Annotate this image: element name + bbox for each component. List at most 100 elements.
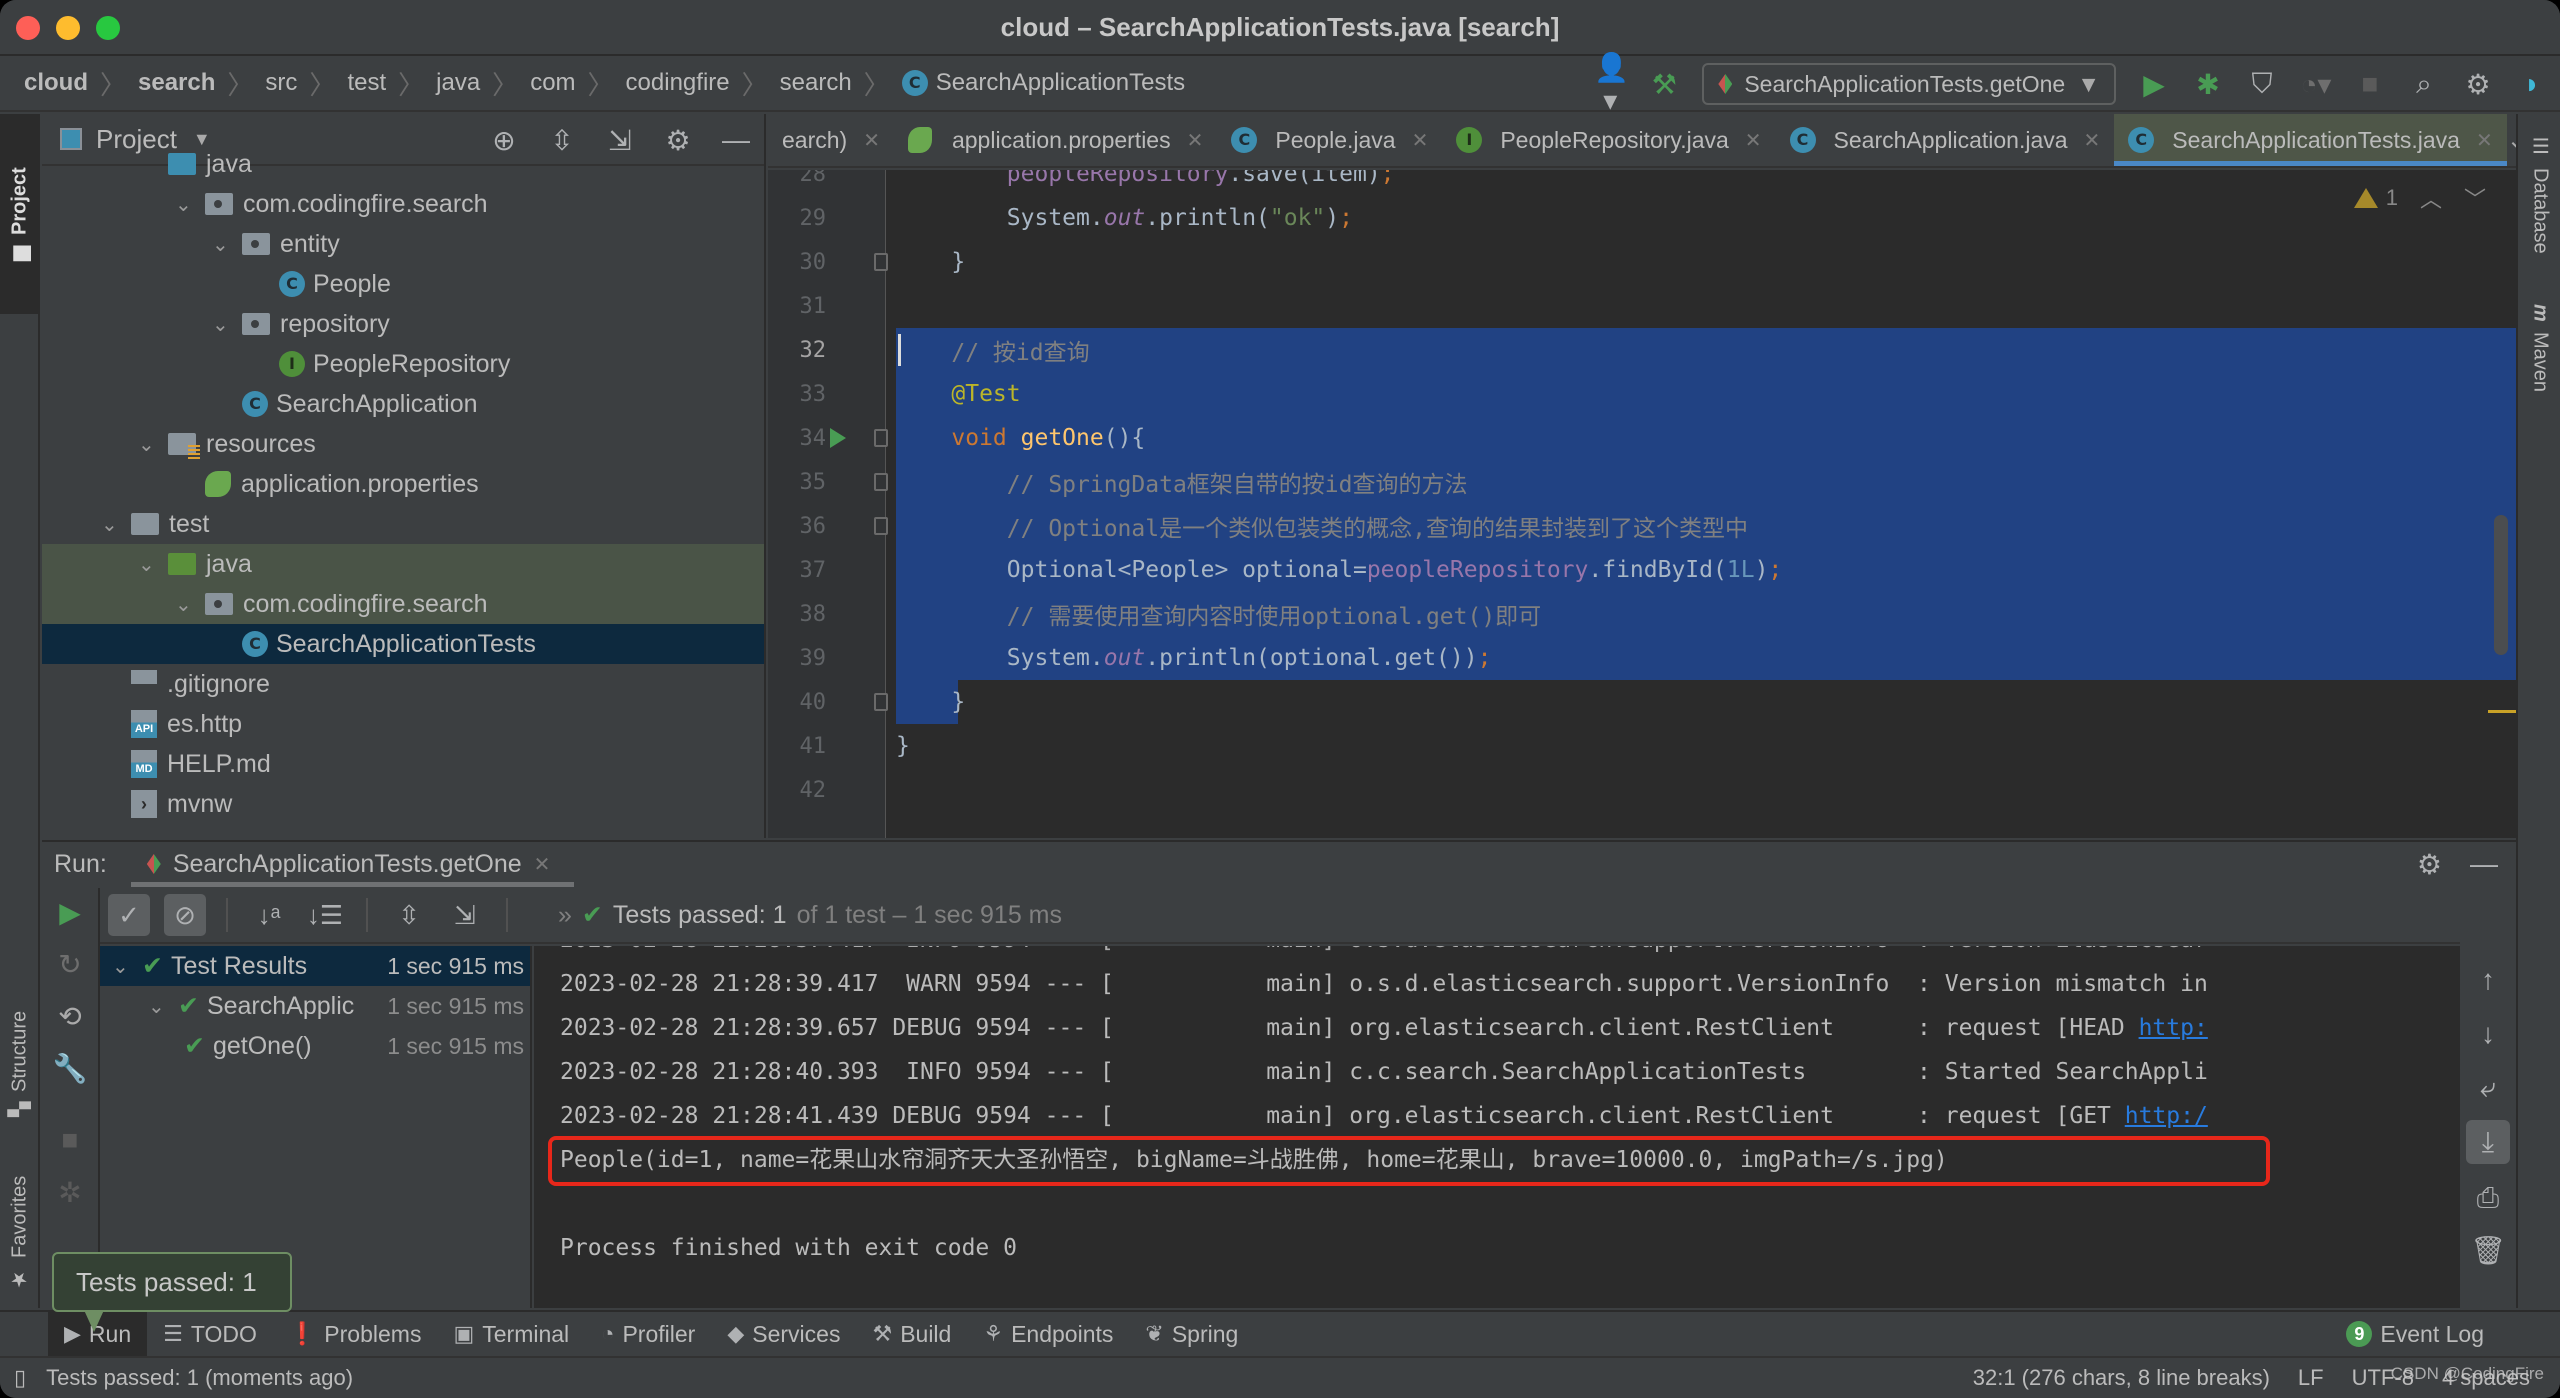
tool-window-services[interactable]: ◆ Services — [711, 1311, 856, 1357]
editor-tab[interactable]: C SearchApplicationTests.java ✕ — [2114, 114, 2508, 166]
tree-node[interactable]: I PeopleRepository — [42, 344, 764, 384]
editor-tab[interactable]: C People.java ✕ — [1217, 114, 1442, 166]
expand-all-icon[interactable]: ⇳ — [388, 894, 430, 936]
breadcrumb-item[interactable]: cloud — [24, 69, 88, 97]
editor-scrollbar[interactable] — [2494, 515, 2508, 655]
caret-position[interactable]: 32:1 (276 chars, 8 line breaks) — [1973, 1365, 2270, 1391]
code-line[interactable]: 36 // Optional是一个类似包装类的概念,查询的结果封装到了这个类型中 — [768, 504, 2516, 548]
code-line[interactable]: 42 — [768, 768, 2516, 812]
breadcrumb-item[interactable]: test — [347, 69, 386, 97]
sort-by-duration-icon[interactable]: ↓☰ — [304, 894, 346, 936]
tree-node[interactable]: java — [42, 144, 764, 184]
chevron-down-icon[interactable]: ⌄ — [175, 192, 205, 217]
close-tab-icon[interactable]: ✕ — [2476, 128, 2493, 153]
editor-tab[interactable]: earch) ✕ — [768, 114, 894, 166]
code-line[interactable]: 28 peopleRepository.save(item); — [768, 170, 2516, 196]
tool-window-todo[interactable]: ☰ TODO — [147, 1311, 273, 1357]
test-tree-node[interactable]: ⌄ ✔ SearchApplic 1 sec 915 ms — [100, 986, 530, 1026]
breadcrumb-item[interactable]: src — [265, 69, 297, 97]
tree-node[interactable]: ⌄ resources — [42, 424, 764, 464]
editor-tab[interactable]: I PeopleRepository.java ✕ — [1442, 114, 1775, 166]
show-ignored-toggle[interactable]: ⊘ — [164, 894, 206, 936]
previous-highlight-icon[interactable]: ︿ — [2420, 182, 2442, 214]
tree-node[interactable]: ⌄ repository — [42, 304, 764, 344]
chevron-down-icon[interactable]: ⌄ — [148, 994, 178, 1019]
tool-window-spring[interactable]: ❦ Spring — [1129, 1311, 1254, 1357]
project-tool-tab[interactable]: ▆ Project — [0, 114, 40, 314]
toolbox-icon[interactable]: ◗ — [2516, 68, 2548, 100]
tool-window-endpoints[interactable]: ⚘ Endpoints — [967, 1311, 1129, 1357]
code-line[interactable]: 29 System.out.println("ok"); — [768, 196, 2516, 240]
up-arrow-icon[interactable]: ↑ — [2466, 958, 2510, 1002]
inspection-widget[interactable]: 1 ︿ ﹀ — [2353, 182, 2486, 214]
tab-list-chevron-icon[interactable]: ⌄ — [2507, 114, 2516, 166]
tool-window-problems[interactable]: ❗ Problems — [273, 1311, 438, 1357]
breadcrumb-item[interactable]: java — [436, 69, 480, 97]
tree-node[interactable]: ⌄ test — [42, 504, 764, 544]
panel-toggle-icon[interactable]: ▯ — [14, 1365, 26, 1391]
show-passed-toggle[interactable]: ✓ — [108, 894, 150, 936]
chevron-down-icon[interactable]: ⌄ — [138, 552, 168, 577]
chevron-down-icon[interactable]: ⌄ — [175, 592, 205, 617]
close-tab-icon[interactable]: ✕ — [1745, 128, 1762, 153]
sort-alphabetically-icon[interactable]: ↓ᵃ — [248, 894, 290, 936]
breadcrumb-item[interactable]: search — [780, 69, 852, 97]
code-line[interactable]: 41} — [768, 724, 2516, 768]
tree-node[interactable]: API es.http — [42, 704, 764, 744]
breadcrumb-item[interactable]: com — [530, 69, 575, 97]
close-tab-icon[interactable]: ✕ — [1412, 128, 1429, 153]
close-tab-icon[interactable]: ✕ — [2084, 128, 2101, 153]
tool-window-profiler[interactable]: ◔ Profiler — [585, 1311, 711, 1357]
trash-icon[interactable]: 🗑 — [2466, 1228, 2510, 1272]
breadcrumb-item[interactable]: search — [138, 69, 215, 97]
close-tab-icon[interactable]: ✕ — [534, 852, 551, 877]
search-icon[interactable]: ⌕ — [2408, 68, 2440, 101]
rerun-failed-icon[interactable]: ↻ — [42, 948, 98, 981]
fold-marker-icon[interactable] — [874, 473, 888, 491]
tree-node[interactable]: ⌄ entity — [42, 224, 764, 264]
test-tree-node[interactable]: ⌄ ✔ Test Results 1 sec 915 ms — [100, 946, 530, 986]
maven-tool-tab[interactable]: m Maven — [2518, 304, 2560, 434]
toggle-auto-test-icon[interactable]: ⟲ — [42, 1000, 98, 1033]
tool-window-build[interactable]: ⚒ Build — [856, 1311, 967, 1357]
export-icon[interactable]: ✲ — [42, 1176, 98, 1209]
code-line[interactable]: 33 @Test — [768, 372, 2516, 416]
run-tab[interactable]: SearchApplicationTests.getOne ✕ — [130, 841, 574, 887]
structure-tool-tab[interactable]: ▚ Structure — [0, 974, 40, 1154]
scroll-to-end-icon[interactable]: ⤓ — [2466, 1120, 2510, 1164]
soft-wrap-icon[interactable]: ⤶ — [2466, 1066, 2510, 1110]
database-tool-tab[interactable]: ☰ Database — [2518, 134, 2560, 284]
code-line[interactable]: 39 System.out.println(optional.get()); — [768, 636, 2516, 680]
account-icon[interactable]: 👤▾ — [1594, 51, 1629, 117]
code-line[interactable]: 32 // 按id查询 — [768, 328, 2516, 372]
tree-node[interactable]: C SearchApplicationTests — [42, 624, 764, 664]
close-tab-icon[interactable]: ✕ — [863, 128, 880, 153]
run-icon[interactable]: ▶ — [2138, 68, 2170, 101]
code-editor[interactable]: 28 peopleRepository.save(item); 29 System… — [768, 170, 2516, 838]
tree-node[interactable]: › mvnw — [42, 784, 764, 824]
tool-window-terminal[interactable]: ▣ Terminal — [437, 1311, 585, 1357]
hide-panel-icon[interactable]: — — [2470, 848, 2498, 881]
settings-icon[interactable]: ⚙ — [2462, 68, 2494, 101]
code-line[interactable]: 35 // SpringData框架自带的按id查询的方法 — [768, 460, 2516, 504]
fold-marker-icon[interactable] — [874, 517, 888, 535]
debug-icon[interactable]: ✱ — [2192, 68, 2224, 101]
code-line[interactable]: 31 — [768, 284, 2516, 328]
console-output[interactable]: 2023-02-28 21:28:37.417 INFO 9594 --- [ … — [534, 946, 2460, 1308]
collapse-all-icon[interactable]: ⇲ — [444, 894, 486, 936]
fold-marker-icon[interactable] — [874, 693, 888, 711]
more-icon[interactable]: » — [558, 901, 572, 930]
fold-marker-icon[interactable] — [874, 253, 888, 271]
wrench-icon[interactable]: 🔧 — [42, 1052, 98, 1085]
code-line[interactable]: 34 void getOne(){ — [768, 416, 2516, 460]
coverage-icon[interactable]: ⛉ — [2246, 68, 2278, 101]
editor-tab[interactable]: application.properties ✕ — [894, 114, 1217, 166]
code-line[interactable]: 30 } — [768, 240, 2516, 284]
settings-icon[interactable]: ⚙ — [2417, 848, 2442, 881]
tree-node[interactable]: application.properties — [42, 464, 764, 504]
down-arrow-icon[interactable]: ↓ — [2466, 1012, 2510, 1056]
stop-icon[interactable]: ■ — [2354, 68, 2386, 100]
profile-icon[interactable]: ◔▾ — [2300, 68, 2332, 101]
editor-tab[interactable]: C SearchApplication.java ✕ — [1776, 114, 2115, 166]
tree-node[interactable]: C People — [42, 264, 764, 304]
